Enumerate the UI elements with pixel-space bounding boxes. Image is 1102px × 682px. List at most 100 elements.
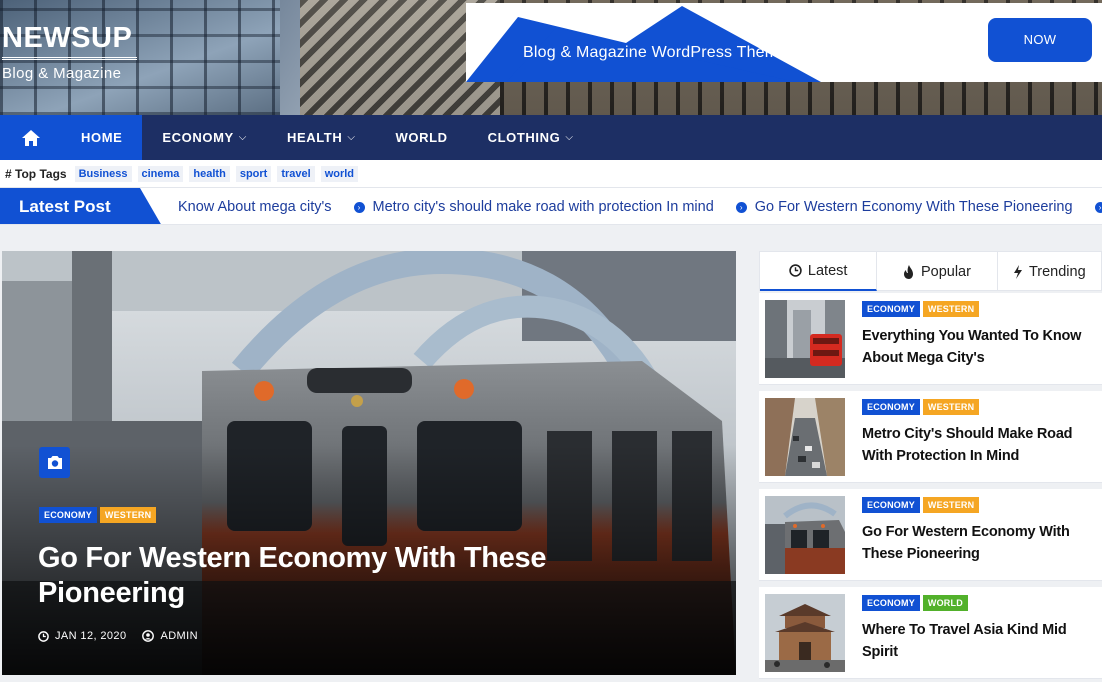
- featured-post-categories: ECONOMY WESTERN: [39, 507, 159, 523]
- tag-business[interactable]: Business: [74, 165, 132, 182]
- sidebar-tabs: Latest Popular Trending: [759, 251, 1102, 291]
- category-badge-western[interactable]: WESTERN: [922, 497, 980, 513]
- nav-item-label: HEALTH: [286, 130, 343, 145]
- sidebar-post-item[interactable]: ECONOMY WESTERN Metro City's Should Make…: [759, 391, 1102, 483]
- category-badge-economy[interactable]: ECONOMY: [862, 399, 920, 415]
- post-thumbnail[interactable]: [765, 496, 845, 574]
- post-categories: ECONOMY WORLD: [862, 595, 971, 611]
- tab-label: Trending: [1028, 263, 1086, 280]
- category-badge-world[interactable]: WORLD: [922, 595, 968, 611]
- tag-cinema[interactable]: cinema: [137, 165, 184, 182]
- nav-item-label: WORLD: [395, 130, 448, 145]
- nav-item-home[interactable]: HOME: [61, 115, 143, 160]
- site-logo[interactable]: NEWSUP Blog & Magazine: [2, 22, 137, 82]
- tab-trending[interactable]: Trending: [998, 252, 1101, 291]
- ticker-item[interactable]: Know About mega city's: [178, 199, 332, 215]
- post-categories: ECONOMY WESTERN: [862, 399, 982, 415]
- post-thumbnail[interactable]: [765, 398, 845, 476]
- bolt-icon: [1013, 264, 1022, 279]
- tab-popular[interactable]: Popular: [877, 252, 998, 291]
- sidebar-post-item[interactable]: ECONOMY WESTERN Everything You Wanted To…: [759, 293, 1102, 385]
- chevron-down-icon: ⌵: [565, 132, 574, 143]
- post-author-text: ADMIN: [160, 630, 198, 642]
- sidebar-post-tabs: Latest Popular Trending ECONOMY WESTERN …: [759, 251, 1102, 682]
- ticker-item[interactable]: › Metro city's should make road with pro…: [353, 199, 714, 215]
- arrow-circle-icon: ›: [353, 201, 365, 213]
- post-title[interactable]: Go For Western Economy With These Pionee…: [862, 521, 1097, 565]
- user-icon: [142, 630, 155, 642]
- nav-item-label: CLOTHING: [487, 130, 561, 145]
- post-date-text: JAN 12, 2020: [55, 630, 127, 642]
- clock-icon: [789, 264, 802, 277]
- arrow-circle-icon: ›: [1094, 201, 1102, 213]
- site-title[interactable]: NEWSUP: [2, 22, 137, 54]
- post-date[interactable]: JAN 12, 2020: [38, 630, 126, 642]
- tag-world[interactable]: world: [320, 165, 359, 182]
- category-badge-economy[interactable]: ECONOMY: [862, 595, 920, 611]
- site-header: NEWSUP Blog & Magazine Blog & Magazine W…: [0, 0, 1102, 115]
- category-badge-economy[interactable]: ECONOMY: [862, 301, 920, 317]
- tag-health[interactable]: health: [189, 165, 230, 182]
- ticker-item-text: Metro city's should make road with prote…: [372, 199, 714, 215]
- hash-icon: #: [5, 166, 16, 181]
- main-navigation: HOME ECONOMY ⌵ HEALTH ⌵ WORLD CLOTHING ⌵: [0, 115, 1102, 160]
- post-thumbnail-image: [765, 496, 845, 574]
- post-categories: ECONOMY WESTERN: [862, 301, 982, 317]
- tab-latest[interactable]: Latest: [760, 252, 878, 291]
- post-title[interactable]: Metro City's Should Make Road With Prote…: [862, 423, 1097, 467]
- nav-item-label: ECONOMY: [162, 130, 234, 145]
- featured-post-meta: JAN 12, 2020 ADMIN: [38, 630, 214, 642]
- ticker-item-text: Know About mega city's: [178, 199, 332, 215]
- nav-item-economy[interactable]: ECONOMY ⌵: [142, 115, 267, 160]
- latest-post-label: Latest Post: [0, 188, 162, 224]
- camera-glyph: [47, 456, 62, 469]
- chevron-down-icon: ⌵: [238, 132, 247, 143]
- sidebar-post-item[interactable]: ECONOMY WORLD Where To Travel Asia Kind …: [759, 587, 1102, 679]
- ticker-item[interactable]: › Go For Western Economy With These Pion…: [735, 199, 1073, 215]
- chevron-down-icon: ⌵: [347, 132, 356, 143]
- nav-item-label: HOME: [81, 130, 123, 145]
- ticker-track: Know About mega city's › Metro city's sh…: [178, 188, 1102, 224]
- nav-home-button[interactable]: [0, 115, 61, 160]
- site-tagline: Blog & Magazine: [2, 65, 122, 82]
- tag-travel[interactable]: travel: [277, 165, 315, 182]
- post-thumbnail-image: [765, 594, 845, 672]
- tab-label: Latest: [807, 262, 848, 279]
- ticker-item-text: Go For Western Economy With These Pionee…: [754, 199, 1073, 215]
- featured-post[interactable]: ECONOMY WESTERN Go For Western Economy W…: [2, 251, 736, 675]
- category-badge-western[interactable]: WESTERN: [99, 507, 157, 523]
- ticker-item[interactable]: › W: [1094, 199, 1102, 215]
- clock-icon: [38, 630, 49, 642]
- nav-item-clothing[interactable]: CLOTHING ⌵: [468, 115, 594, 160]
- fire-icon: [903, 264, 913, 279]
- category-badge-western[interactable]: WESTERN: [922, 301, 980, 317]
- nav-item-health[interactable]: HEALTH ⌵: [267, 115, 376, 160]
- latest-post-ticker: Latest Post Know About mega city's › Met…: [0, 187, 1102, 225]
- top-tags-text: Top Tags: [15, 166, 67, 181]
- logo-divider: [2, 57, 137, 60]
- tab-label: Popular: [920, 263, 971, 280]
- camera-icon[interactable]: [39, 447, 70, 478]
- post-thumbnail-image: [765, 300, 845, 378]
- post-author[interactable]: ADMIN: [142, 630, 198, 642]
- post-categories: ECONOMY WESTERN: [862, 497, 982, 513]
- nav-item-world[interactable]: WORLD: [376, 115, 468, 160]
- post-thumbnail[interactable]: [765, 300, 845, 378]
- post-thumbnail-image: [765, 398, 845, 476]
- top-tags-label: # Top Tags: [5, 167, 67, 181]
- post-thumbnail[interactable]: [765, 594, 845, 672]
- header-ad-banner[interactable]: Blog & Magazine WordPress Theme NOW: [466, 3, 1102, 82]
- category-badge-western[interactable]: WESTERN: [922, 399, 980, 415]
- featured-post-title[interactable]: Go For Western Economy With These Pionee…: [38, 541, 638, 611]
- home-icon: [21, 129, 40, 146]
- banner-text: Blog & Magazine WordPress Theme: [523, 44, 788, 61]
- sidebar-post-item[interactable]: ECONOMY WESTERN Go For Western Economy W…: [759, 489, 1102, 581]
- category-badge-economy[interactable]: ECONOMY: [39, 507, 97, 523]
- top-tags-bar: # Top Tags Business cinema health sport …: [0, 160, 1102, 187]
- post-title[interactable]: Everything You Wanted To Know About Mega…: [862, 325, 1097, 369]
- banner-now-button[interactable]: NOW: [988, 18, 1092, 62]
- post-title[interactable]: Where To Travel Asia Kind Mid Spirit: [862, 619, 1097, 663]
- category-badge-economy[interactable]: ECONOMY: [862, 497, 920, 513]
- tag-sport[interactable]: sport: [235, 165, 272, 182]
- arrow-circle-icon: ›: [735, 201, 747, 213]
